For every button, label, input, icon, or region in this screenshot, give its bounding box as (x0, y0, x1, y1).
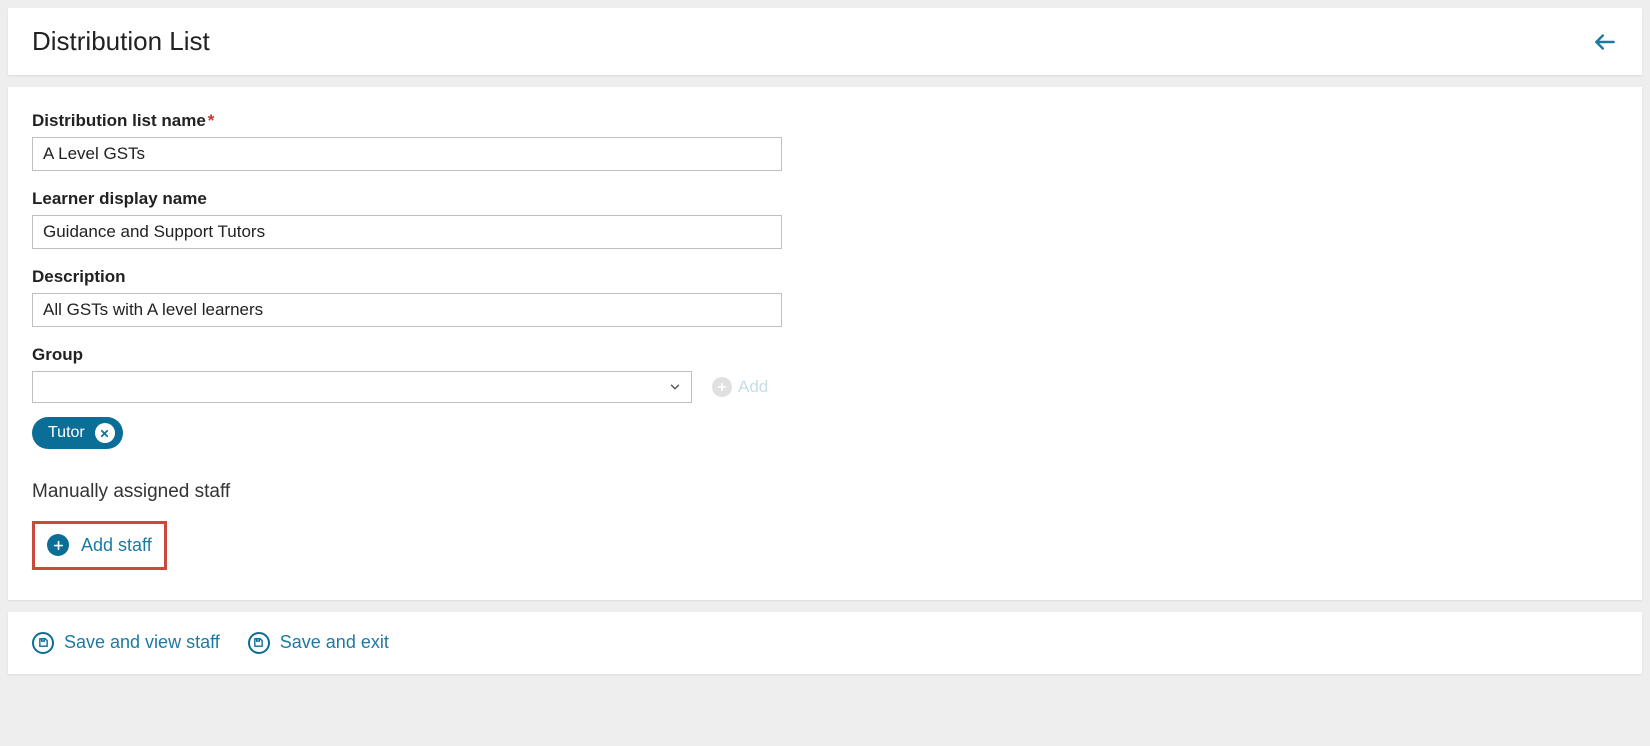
save-icon (248, 632, 270, 654)
manually-assigned-staff-heading: Manually assigned staff (32, 481, 1618, 503)
group-chip-tutor: Tutor (32, 417, 123, 449)
add-staff-highlight-box: Add staff (32, 521, 167, 570)
field-group: Group (32, 345, 1618, 449)
add-group-label: Add (738, 377, 768, 397)
chip-remove-icon[interactable] (95, 423, 115, 443)
add-staff-button[interactable]: Add staff (47, 534, 152, 556)
input-description[interactable] (32, 293, 782, 327)
label-distribution-list-name: Distribution list name* (32, 111, 1618, 131)
field-distribution-list-name: Distribution list name* (32, 111, 1618, 171)
label-learner-display-name: Learner display name (32, 189, 1618, 209)
page-title: Distribution List (32, 26, 210, 57)
save-icon (32, 632, 54, 654)
add-staff-label: Add staff (81, 535, 152, 556)
input-learner-display-name[interactable] (32, 215, 782, 249)
save-and-exit-button[interactable]: Save and exit (248, 632, 389, 654)
save-and-view-staff-label: Save and view staff (64, 632, 220, 653)
label-text: Distribution list name (32, 111, 206, 130)
back-arrow-icon[interactable] (1592, 29, 1618, 55)
chip-label: Tutor (48, 424, 85, 442)
footer-panel: Save and view staff Save and exit (8, 612, 1642, 674)
form-panel: Distribution list name* Learner display … (8, 87, 1642, 600)
add-group-button: Add (712, 377, 768, 397)
save-and-exit-label: Save and exit (280, 632, 389, 653)
page-header: Distribution List (8, 8, 1642, 75)
plus-circle-icon (712, 377, 732, 397)
save-and-view-staff-button[interactable]: Save and view staff (32, 632, 220, 654)
field-description: Description (32, 267, 1618, 327)
select-group[interactable] (32, 371, 692, 403)
plus-circle-icon (47, 534, 69, 556)
input-distribution-list-name[interactable] (32, 137, 782, 171)
required-indicator: * (208, 111, 215, 130)
field-learner-display-name: Learner display name (32, 189, 1618, 249)
label-group: Group (32, 345, 1618, 365)
label-description: Description (32, 267, 1618, 287)
